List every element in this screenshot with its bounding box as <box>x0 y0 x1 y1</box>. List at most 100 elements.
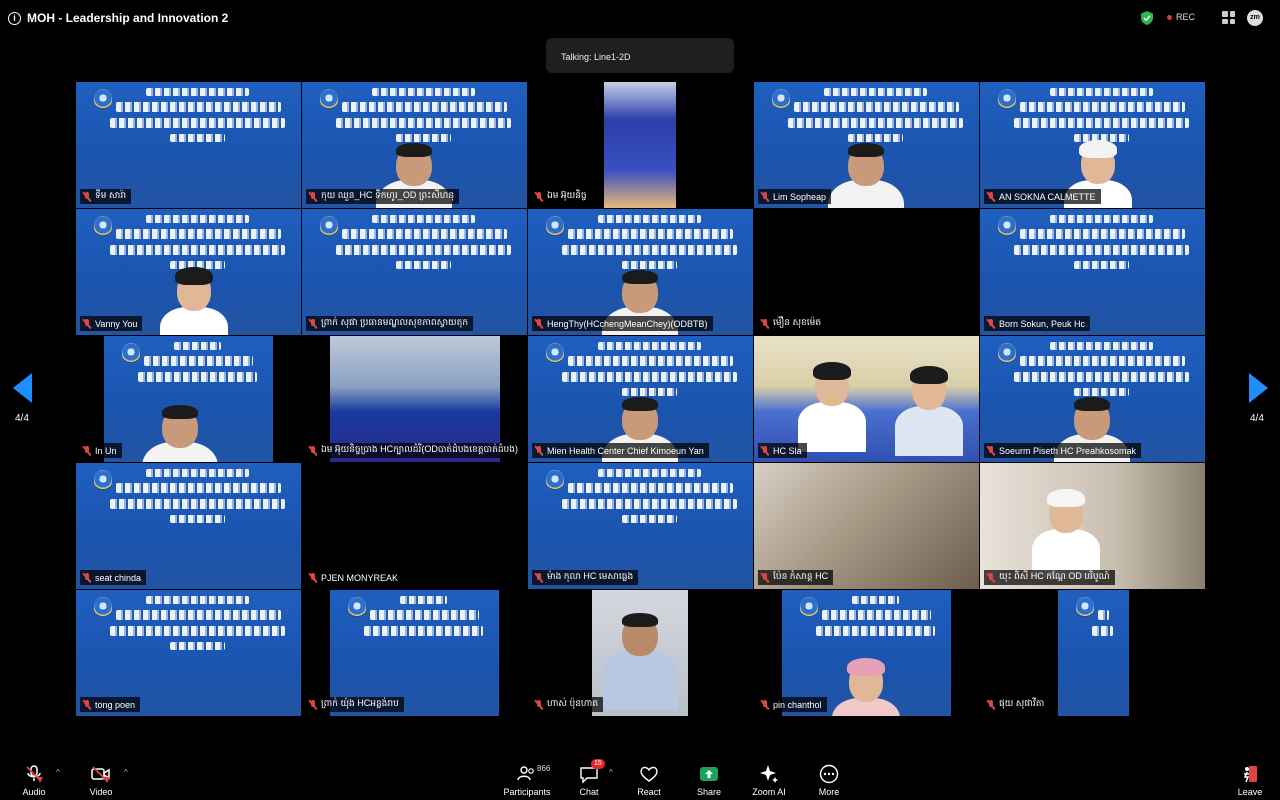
zoom-ai-label: Zoom AI <box>752 787 786 797</box>
slide-text-lines <box>106 215 289 275</box>
previous-page-arrow-icon[interactable] <box>13 373 32 403</box>
participant-tile[interactable]: ប៉ែន កំសាន្ត HC <box>754 463 979 589</box>
muted-mic-icon <box>761 699 769 710</box>
participant-tile[interactable]: ព្រាក់ យ៉ុង HCអន្លង់រាប <box>302 590 527 716</box>
page-indicator-right: 4/4 <box>1250 413 1264 424</box>
next-page-arrow-icon[interactable] <box>1249 373 1268 403</box>
participant-tile[interactable]: ទីម សារ៉ា <box>76 82 301 208</box>
participant-tile[interactable]: ឯម អ៊ុយនិច្ចប្រាង HCក្បាលដំរី(ODបាត់ដំបង… <box>302 336 527 462</box>
participant-name: យុះ ពិសី HC កណ្ដែ OD បរិបូណ៍ <box>999 571 1110 581</box>
participant-name-tag: tong poen <box>80 697 141 712</box>
react-button[interactable]: React <box>619 764 679 797</box>
participant-tile[interactable]: ឯម អ៊ុយនិច្ច <box>528 82 753 208</box>
participant-tile[interactable]: Born Sokun, Peuk Hc <box>980 209 1205 335</box>
muted-mic-icon <box>535 318 543 329</box>
participant-name: seat chinda <box>95 572 142 583</box>
participant-tile[interactable]: យុះ ពិសី HC កណ្ដែ OD បរិបូណ៍ <box>980 463 1205 589</box>
info-icon[interactable]: i <box>8 11 21 25</box>
profile-avatar[interactable]: zm <box>1247 10 1263 26</box>
slide-text-lines <box>1010 215 1193 275</box>
participant-name-tag: Vanny You <box>80 316 143 331</box>
audio-button[interactable]: Audio <box>4 764 64 797</box>
participant-name-tag: Mien Health Center Chief Kimoeun Yan <box>532 443 709 458</box>
participant-tile[interactable]: កុយ ឈួន_HC ទឹកហូរ_OD ព្រះសីហនុ <box>302 82 527 208</box>
participant-tile[interactable]: In Un <box>76 336 301 462</box>
share-screen-icon <box>700 767 718 781</box>
participant-tile[interactable]: Soeurm Piseth HC Preahkosomak <box>980 336 1205 462</box>
participant-name: ទីម សារ៉ា <box>95 190 127 200</box>
audio-options-chevron-icon[interactable]: ^ <box>56 768 60 777</box>
participant-tile[interactable]: AN SOKNA CALMETTE <box>980 82 1205 208</box>
participant-tile[interactable]: ម៉ាង កុលា HC មេសាធ្លេង <box>528 463 753 589</box>
participant-name-tag: ឯម អ៊ុយនិច្ចប្រាង HCក្បាលដំរី(ODបាត់ដំបង… <box>306 443 523 458</box>
participant-tile[interactable]: ម៉ឿន សុខម៉េត <box>754 209 979 335</box>
slide-text-lines <box>106 596 289 656</box>
slide-text-lines <box>332 88 515 148</box>
leave-button[interactable]: Leave <box>1220 764 1280 797</box>
more-label: More <box>818 787 840 797</box>
participant-name: Born Sokun, Peuk Hc <box>999 318 1086 329</box>
more-button[interactable]: More <box>799 764 859 797</box>
participant-name: Mien Health Center Chief Kimoeun Yan <box>547 445 704 456</box>
participant-name: AN SOKNA CALMETTE <box>999 191 1096 202</box>
participant-tile[interactable]: Lim Sopheap <box>754 82 979 208</box>
meeting-info[interactable]: i MOH - Leadership and Innovation 2 <box>8 11 228 25</box>
camera-off-icon <box>91 766 110 783</box>
participant-tile[interactable]: PJEN MONYREAK <box>302 463 527 589</box>
encryption-shield-icon[interactable] <box>1141 11 1153 25</box>
video-button[interactable]: Video <box>71 764 131 797</box>
participant-name-tag: HengThy(HCchengMeanChey)(ODBTB) <box>532 316 713 331</box>
participant-name: Lim Sopheap <box>773 191 827 202</box>
muted-mic-icon <box>83 318 91 329</box>
slide-text-lines <box>134 342 261 402</box>
participant-name: Soeurm Piseth HC Preahkosomak <box>999 445 1137 456</box>
chat-options-chevron-icon[interactable]: ^ <box>609 768 613 777</box>
participant-name-tag: ឯម អ៊ុយនិច្ច <box>532 189 592 204</box>
muted-mic-icon <box>987 699 995 710</box>
slide-text-lines <box>558 469 741 529</box>
participant-name: ម៉ឿន សុខម៉េត <box>773 317 822 327</box>
participant-name: pin chanthol <box>773 699 822 710</box>
muted-mic-icon <box>761 445 769 456</box>
participant-name: Vanny You <box>95 318 138 329</box>
slide-text-lines <box>1088 596 1117 656</box>
participant-tile[interactable]: HC Sla <box>754 336 979 462</box>
participant-tile[interactable]: pin chanthol <box>754 590 979 716</box>
room-video <box>604 82 676 208</box>
share-button[interactable]: Share <box>679 764 739 797</box>
participant-name: ម៉ាង កុលា HC មេសាធ្លេង <box>547 571 634 581</box>
participant-name-tag: យុះ ពិសី HC កណ្ដែ OD បរិបូណ៍ <box>984 570 1115 585</box>
meeting-title: MOH - Leadership and Innovation 2 <box>27 11 229 25</box>
participant-name: HC Sla <box>773 445 802 456</box>
muted-mic-icon <box>309 445 317 456</box>
participant-name-tag: ព្រាក់ យ៉ុង HCអន្លង់រាប <box>306 697 404 712</box>
participant-tile[interactable]: seat chinda <box>76 463 301 589</box>
participant-name-tag: កុយ ឈួន_HC ទឹកហូរ_OD ព្រះសីហនុ <box>306 189 460 204</box>
participant-tile[interactable]: tong poen <box>76 590 301 716</box>
muted-mic-icon <box>987 445 995 456</box>
participant-tile[interactable]: Vanny You <box>76 209 301 335</box>
participant-tile[interactable]: ហាស់ ប៉ុនហាត <box>528 590 753 716</box>
participant-name: PJEN MONYREAK <box>321 572 399 583</box>
recording-indicator[interactable]: REC <box>1167 12 1195 22</box>
participant-tile[interactable]: ផុយ សុផាវីតា <box>980 590 1205 716</box>
view-grid-icon[interactable] <box>1222 11 1235 24</box>
muted-mic-icon <box>309 318 317 329</box>
participant-tile[interactable]: Mien Health Center Chief Kimoeun Yan <box>528 336 753 462</box>
muted-mic-icon <box>309 191 317 202</box>
participants-button[interactable]: 866 Participants <box>497 764 557 797</box>
video-options-chevron-icon[interactable]: ^ <box>124 768 128 777</box>
participant-name-tag: ហាស់ ប៉ុនហាត <box>532 697 604 712</box>
slide-text-lines <box>1010 342 1193 402</box>
audio-label: Audio <box>22 787 46 797</box>
muted-mic-icon <box>761 191 769 202</box>
slide-text-lines <box>106 88 289 148</box>
zoom-ai-button[interactable]: Zoom AI <box>739 764 799 797</box>
top-bar: i MOH - Leadership and Innovation 2 REC … <box>0 0 1280 36</box>
participant-name-tag: Soeurm Piseth HC Preahkosomak <box>984 443 1142 458</box>
participant-tile[interactable]: HengThy(HCchengMeanChey)(ODBTB) <box>528 209 753 335</box>
slide-text-lines <box>332 215 515 275</box>
muted-mic-icon <box>83 191 91 202</box>
participant-tile[interactable]: ព្រាក់ សុផា ប្រធានមណ្ឌលសុខភាពស្វាយតុក <box>302 209 527 335</box>
participant-name-tag: PJEN MONYREAK <box>306 570 404 585</box>
